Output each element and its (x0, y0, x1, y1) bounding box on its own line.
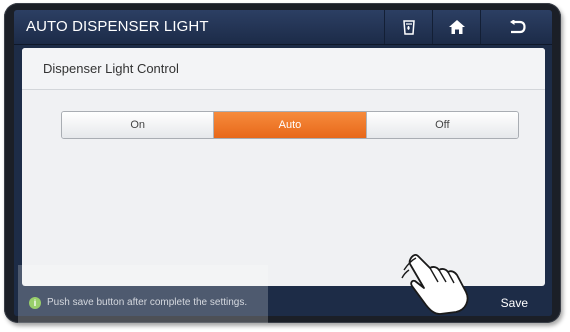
page-title: AUTO DISPENSER LIGHT (26, 18, 209, 35)
home-icon (448, 19, 466, 35)
back-button[interactable] (480, 10, 552, 44)
panel-header: Dispenser Light Control (22, 48, 545, 90)
dispenser-light-mode-selector: On Auto Off (61, 111, 519, 139)
info-icon: i (29, 297, 41, 309)
option-on-button[interactable]: On (62, 112, 214, 138)
option-auto-button[interactable]: Auto (213, 112, 366, 138)
status-message: Push save button after complete the sett… (47, 297, 248, 308)
hand-pointer-icon (400, 250, 480, 321)
dispenser-icon (401, 18, 417, 36)
dispenser-button[interactable] (384, 10, 432, 44)
option-off-button[interactable]: Off (365, 112, 518, 138)
save-button[interactable]: Save (501, 296, 528, 310)
home-button[interactable] (432, 10, 480, 44)
title-bar: AUTO DISPENSER LIGHT (14, 10, 552, 45)
panel-title: Dispenser Light Control (43, 61, 179, 76)
back-icon (508, 20, 526, 34)
